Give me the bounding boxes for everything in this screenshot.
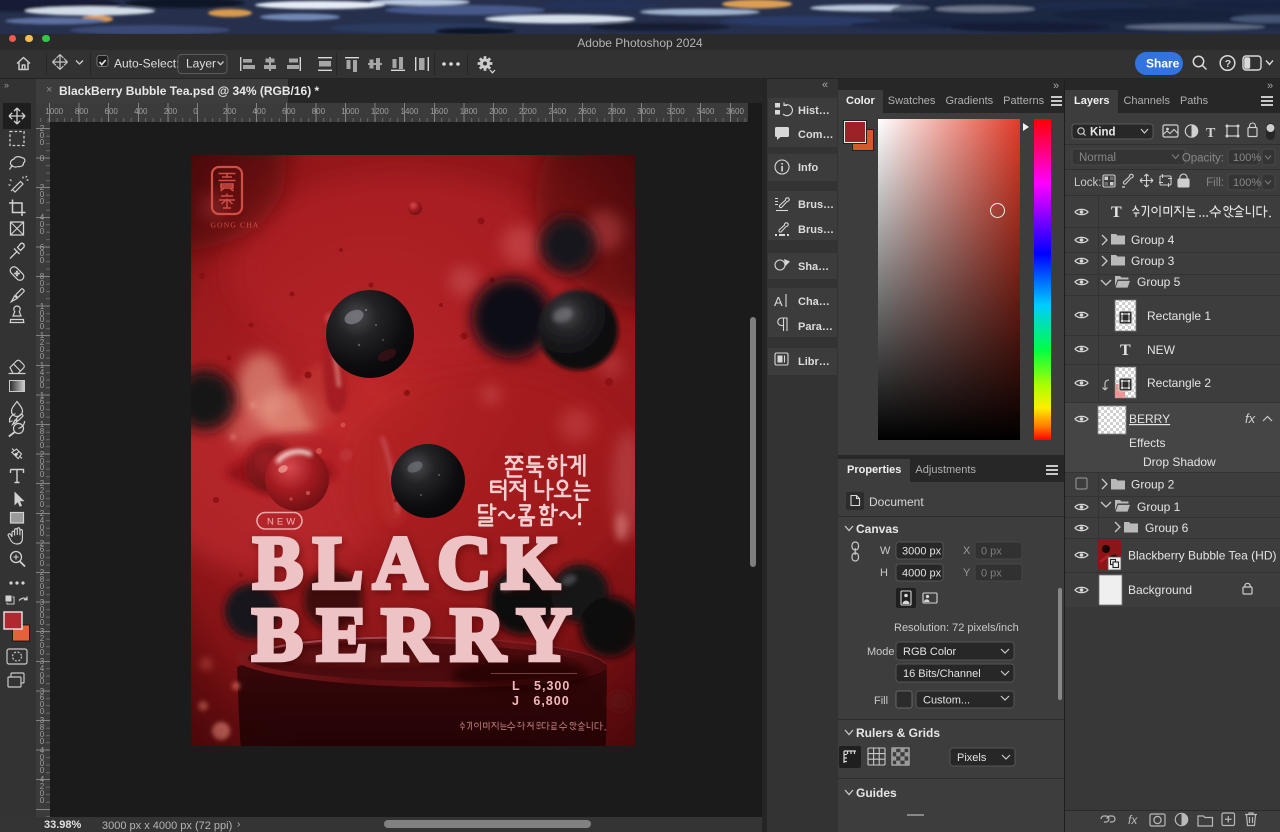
svg-text:Custom...: Custom...: [923, 695, 970, 707]
svg-text:Group 3: Group 3: [1131, 254, 1175, 268]
svg-text:GONG CHA: GONG CHA: [211, 221, 260, 230]
svg-text:Auto-Select:: Auto-Select:: [114, 57, 179, 71]
svg-text:BERRY: BERRY: [252, 593, 585, 677]
svg-text:4000 px: 4000 px: [902, 568, 942, 580]
svg-text:Rectangle 1: Rectangle 1: [1147, 309, 1211, 323]
svg-text:W: W: [880, 545, 891, 557]
svg-text:Group 5: Group 5: [1137, 275, 1181, 289]
svg-text:Mode: Mode: [867, 646, 895, 658]
svg-text:T: T: [1206, 126, 1216, 141]
svg-text:Document: Document: [869, 495, 924, 509]
svg-text:«: «: [822, 79, 828, 91]
svg-text:16 Bits/Channel: 16 Bits/Channel: [903, 668, 981, 680]
svg-text:100%: 100%: [1233, 177, 1261, 189]
svg-text:Layer: Layer: [186, 57, 216, 71]
svg-text:J 6,800: J 6,800: [512, 694, 570, 708]
svg-text:Com…: Com…: [798, 129, 833, 141]
svg-text:Cha…: Cha…: [798, 296, 830, 308]
svg-text:fx: fx: [1128, 813, 1138, 827]
svg-text:Kind: Kind: [1090, 127, 1116, 139]
svg-text:Info: Info: [798, 162, 818, 174]
svg-text:0 px: 0 px: [981, 568, 1002, 580]
svg-text:Drop Shadow: Drop Shadow: [1143, 455, 1216, 469]
svg-text:Hist…: Hist…: [798, 105, 830, 117]
svg-text:BERRY: BERRY: [1129, 412, 1170, 426]
svg-text:Brus…: Brus…: [798, 199, 834, 211]
svg-text:Background: Background: [1128, 583, 1192, 597]
svg-text:?: ?: [1225, 58, 1231, 70]
svg-text:Group 6: Group 6: [1145, 521, 1189, 535]
svg-text:Group 4: Group 4: [1131, 233, 1175, 247]
svg-text:X: X: [963, 545, 971, 557]
svg-text:Libr…: Libr…: [798, 356, 830, 368]
svg-text:Opacity:: Opacity:: [1182, 153, 1224, 165]
svg-text:Fill: Fill: [874, 695, 888, 707]
svg-text:Canvas: Canvas: [856, 522, 899, 536]
svg-text:100%: 100%: [1233, 152, 1261, 164]
svg-text:Blackberry Bubble Tea (HD): Blackberry Bubble Tea (HD): [1128, 549, 1277, 563]
svg-text:Group 1: Group 1: [1137, 500, 1181, 514]
svg-text:Para…: Para…: [798, 321, 833, 333]
svg-text:Y: Y: [963, 567, 971, 579]
svg-text:A: A: [774, 294, 783, 309]
svg-text:H: H: [880, 567, 888, 579]
svg-text:Share: Share: [1146, 57, 1180, 71]
svg-text:T: T: [1111, 204, 1122, 221]
svg-text:3000 px: 3000 px: [902, 546, 942, 558]
svg-text:Fill:: Fill:: [1206, 177, 1224, 189]
svg-text:Lock:: Lock:: [1074, 177, 1102, 189]
svg-text:Rectangle 2: Rectangle 2: [1147, 376, 1211, 390]
svg-text:Rulers & Grids: Rulers & Grids: [856, 726, 940, 740]
svg-text:Normal: Normal: [1079, 152, 1116, 164]
svg-text:Brus…: Brus…: [798, 224, 834, 236]
svg-text:NEW: NEW: [1147, 343, 1176, 357]
svg-text:Effects: Effects: [1129, 436, 1165, 450]
svg-text:Group 2: Group 2: [1131, 478, 1175, 492]
svg-text:0 px: 0 px: [981, 546, 1002, 558]
svg-text:fx: fx: [1245, 411, 1256, 426]
svg-text:Sha…: Sha…: [798, 261, 829, 273]
svg-text:Guides: Guides: [856, 786, 897, 800]
svg-text:Resolution: 72 pixels/inch: Resolution: 72 pixels/inch: [894, 622, 1019, 634]
svg-text:T: T: [1120, 342, 1131, 359]
svg-text:L 5,300: L 5,300: [512, 679, 570, 693]
svg-text:RGB Color: RGB Color: [903, 646, 957, 658]
svg-text:Pixels: Pixels: [957, 752, 987, 764]
